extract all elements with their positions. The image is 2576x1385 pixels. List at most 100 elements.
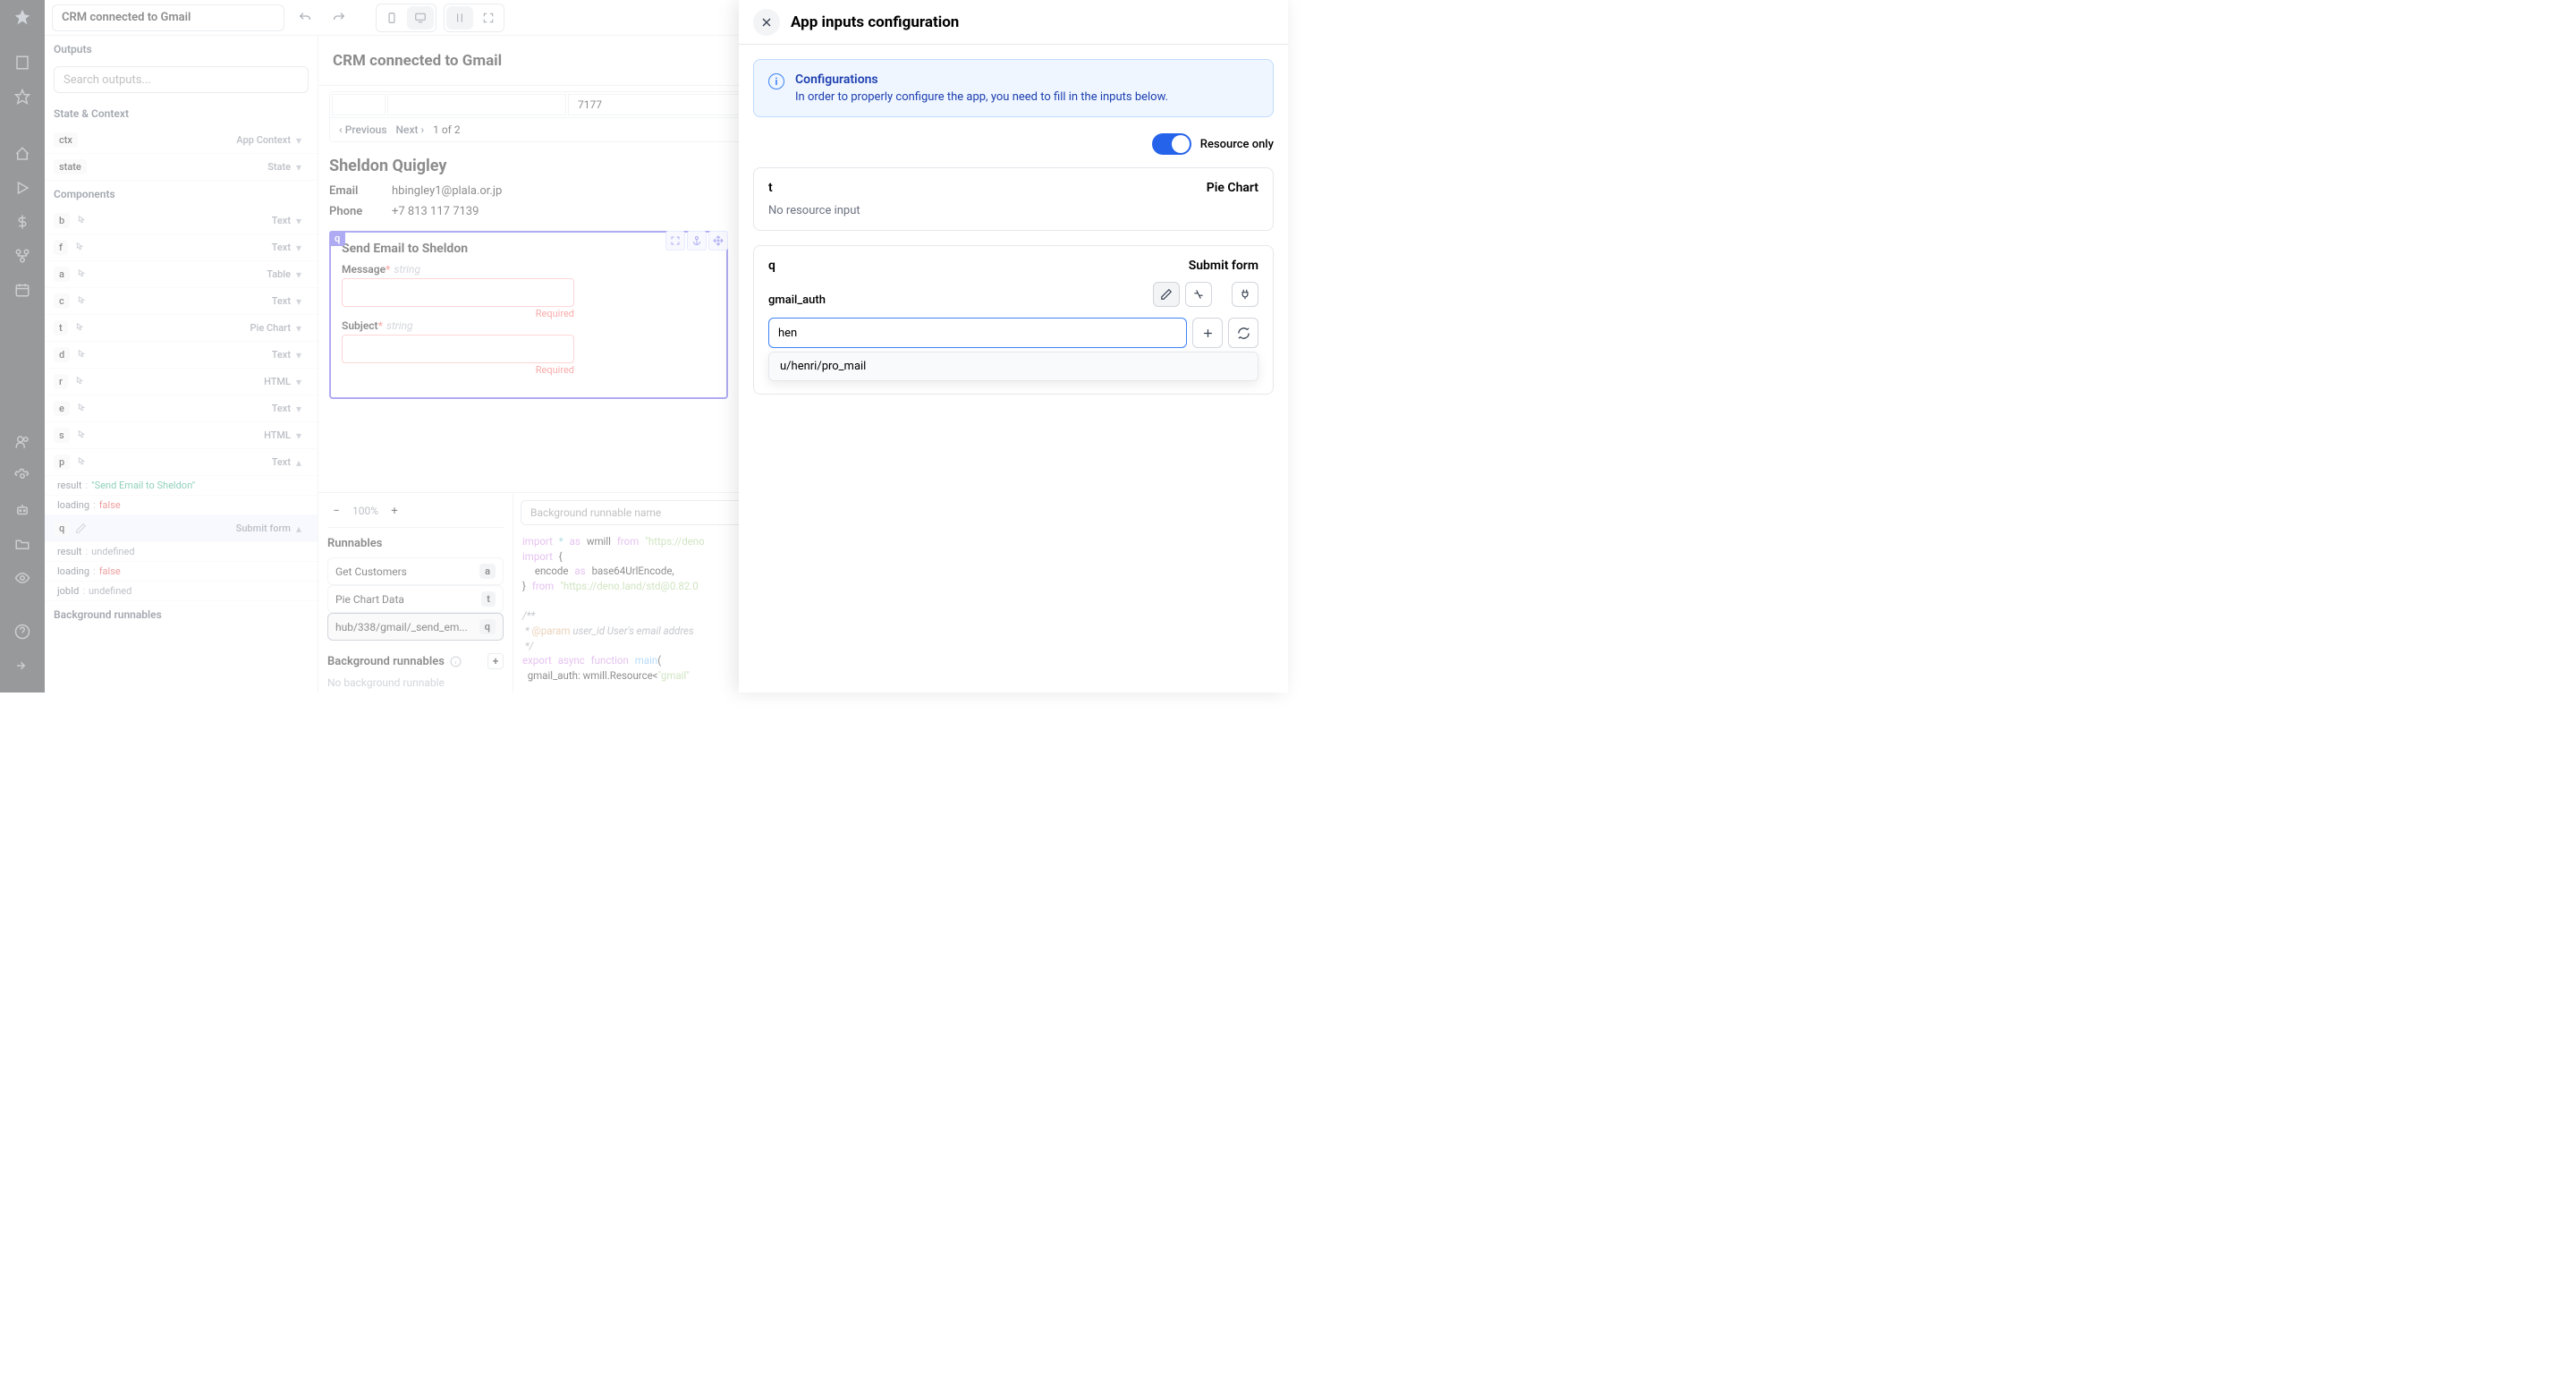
runnable-badge: a	[479, 564, 496, 579]
expand-icon[interactable]	[665, 231, 685, 251]
dollar-icon[interactable]	[8, 208, 37, 236]
add-resource-button[interactable]	[1192, 318, 1223, 348]
ctx-chip: ctx	[54, 132, 78, 148]
component-chip: f	[54, 240, 68, 255]
component-type: HTML	[264, 429, 291, 441]
message-input[interactable]	[342, 278, 574, 307]
form-component-q[interactable]: q Send Email to Sheldon Message*string R…	[329, 231, 728, 399]
edit-mode-button[interactable]	[1153, 282, 1180, 307]
bg-runnables-title: Background runnables	[45, 601, 318, 628]
component-row-a[interactable]: aTable▾	[45, 261, 318, 288]
undo-button[interactable]	[292, 4, 318, 31]
info-body: In order to properly configure the app, …	[795, 90, 1168, 104]
home-icon[interactable]	[8, 140, 37, 168]
settings-icon[interactable]	[8, 462, 37, 490]
app-name-input[interactable]	[52, 4, 284, 31]
robot-icon[interactable]	[8, 496, 37, 524]
component-row-e[interactable]: eText▾	[45, 395, 318, 422]
runnables-title: Runnables	[327, 537, 504, 550]
component-type: Text	[272, 242, 291, 253]
components-title: Components	[45, 181, 318, 208]
ctx-row[interactable]: ctx App Context ▾	[45, 127, 318, 154]
mobile-icon[interactable]	[378, 6, 405, 30]
chevron-icon: ▾	[296, 349, 309, 361]
component-row-f[interactable]: fText▾	[45, 234, 318, 261]
info-icon	[450, 656, 462, 667]
zoom-control: − 100% +	[327, 502, 504, 528]
phone-label: Phone	[329, 205, 392, 218]
chevron-up-icon: ▴	[296, 523, 309, 535]
fx-mode-button[interactable]	[1185, 282, 1212, 307]
zoom-out-button[interactable]: −	[327, 502, 345, 520]
windmill-logo-icon[interactable]	[12, 7, 33, 29]
message-required: Required	[342, 308, 574, 319]
gmail-auth-label: gmail_auth	[768, 293, 826, 307]
help-icon[interactable]	[8, 617, 37, 646]
eye-icon[interactable]	[8, 564, 37, 592]
prev-button[interactable]: ‹Previous	[339, 123, 387, 136]
plug-button[interactable]	[1232, 282, 1258, 307]
calendar-icon[interactable]	[8, 276, 37, 304]
search-outputs-input[interactable]	[54, 66, 309, 93]
pointer-icon	[75, 215, 89, 226]
info-box: i Configurations In order to properly co…	[753, 59, 1274, 117]
subject-required: Required	[342, 364, 574, 376]
pointer-icon	[75, 268, 89, 280]
anchor-icon[interactable]	[687, 231, 707, 251]
chevron-down-icon: ▾	[296, 134, 309, 147]
gmail-auth-input-row	[768, 318, 1258, 348]
component-row-d[interactable]: dText▾	[45, 342, 318, 369]
chevron-icon: ▾	[296, 376, 309, 388]
runnables-panel: − 100% + Runnables Get CustomersaPie Cha…	[318, 493, 513, 692]
component-row-b[interactable]: bText▾	[45, 208, 318, 234]
fullscreen-icon[interactable]	[475, 6, 502, 30]
runnable-label: Pie Chart Data	[335, 593, 404, 606]
play-icon[interactable]	[8, 174, 37, 202]
component-type: Text	[272, 403, 291, 414]
subject-input[interactable]	[342, 335, 574, 363]
component-row-q[interactable]: q Submit form ▴	[45, 515, 318, 542]
state-context-title: State & Context	[45, 100, 318, 127]
pointer-icon	[75, 403, 89, 414]
component-row-s[interactable]: sHTML▾	[45, 422, 318, 449]
move-icon[interactable]	[708, 231, 728, 251]
logout-icon[interactable]	[8, 651, 37, 680]
component-row-r[interactable]: rHTML▾	[45, 369, 318, 395]
building-icon[interactable]	[8, 48, 37, 77]
card-q-type: Submit form	[1189, 259, 1258, 273]
state-row[interactable]: state State ▾	[45, 154, 318, 181]
runnable-item[interactable]: hub/338/gmail/_send_em...q	[327, 613, 504, 641]
runnable-item[interactable]: Pie Chart Datat	[327, 585, 504, 613]
zoom-in-button[interactable]: +	[386, 502, 403, 520]
folder-icon[interactable]	[8, 530, 37, 558]
desktop-icon[interactable]	[407, 6, 434, 30]
component-row-p[interactable]: pText▴	[45, 449, 318, 476]
q-loading-row: loading: false	[45, 562, 318, 582]
chevron-icon: ▾	[296, 429, 309, 442]
gmail-auth-input[interactable]	[768, 318, 1187, 348]
add-bg-runnable-button[interactable]: +	[487, 653, 504, 669]
subject-label: Subject*string	[342, 319, 716, 332]
chevron-icon: ▴	[296, 456, 309, 469]
message-label: Message*string	[342, 263, 716, 276]
drawer-body: i Configurations In order to properly co…	[739, 45, 1288, 692]
resource-only-toggle[interactable]	[1152, 133, 1191, 155]
users-icon[interactable]	[8, 428, 37, 456]
component-row-c[interactable]: cText▾	[45, 288, 318, 315]
dropdown-option[interactable]: u/henri/pro_mail	[769, 353, 1258, 380]
edit-icon[interactable]	[75, 523, 89, 534]
center-layout-icon[interactable]	[446, 6, 473, 30]
close-button[interactable]	[753, 9, 780, 36]
workflow-icon[interactable]	[8, 242, 37, 270]
next-button[interactable]: Next›	[396, 123, 425, 136]
star-icon[interactable]	[8, 82, 37, 111]
state-type: State	[267, 161, 291, 173]
runnable-item[interactable]: Get Customersa	[327, 557, 504, 585]
pointer-icon	[73, 376, 88, 387]
redo-button[interactable]	[326, 4, 352, 31]
refresh-resources-button[interactable]	[1228, 318, 1258, 348]
pointer-icon	[75, 429, 89, 441]
viewport-toggle	[376, 4, 436, 32]
component-row-t[interactable]: tPie Chart▾	[45, 315, 318, 342]
component-type: Text	[272, 295, 291, 307]
